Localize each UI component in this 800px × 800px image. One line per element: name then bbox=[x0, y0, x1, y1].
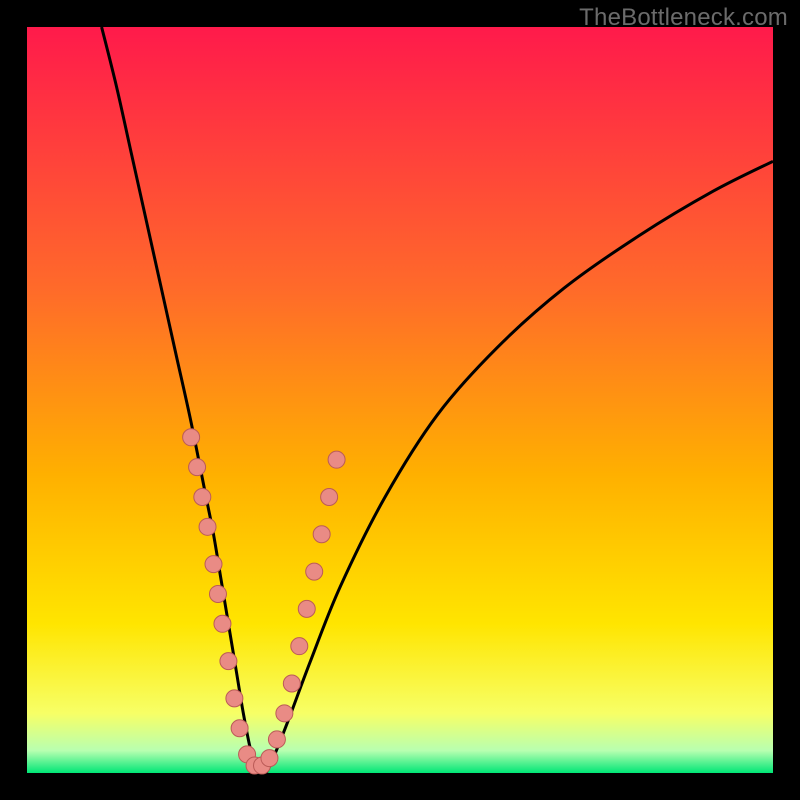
watermark-text: TheBottleneck.com bbox=[579, 4, 788, 32]
curve-svg bbox=[27, 27, 773, 773]
data-marker bbox=[276, 705, 293, 722]
data-marker bbox=[209, 585, 226, 602]
data-marker bbox=[205, 556, 222, 573]
data-marker bbox=[313, 526, 330, 543]
data-marker bbox=[231, 720, 248, 737]
chart-frame: TheBottleneck.com bbox=[0, 0, 800, 800]
data-marker bbox=[220, 653, 237, 670]
data-marker bbox=[189, 459, 206, 476]
data-marker bbox=[261, 750, 278, 767]
bottleneck-curve-path bbox=[102, 27, 773, 775]
data-marker bbox=[291, 638, 308, 655]
data-marker bbox=[199, 518, 216, 535]
data-marker bbox=[194, 488, 211, 505]
data-marker bbox=[214, 615, 231, 632]
data-marker bbox=[306, 563, 323, 580]
data-marker bbox=[268, 731, 285, 748]
data-marker bbox=[226, 690, 243, 707]
data-marker bbox=[283, 675, 300, 692]
data-marker bbox=[183, 429, 200, 446]
data-marker bbox=[298, 600, 315, 617]
data-marker bbox=[321, 488, 338, 505]
plot-area bbox=[27, 27, 773, 773]
data-marker bbox=[328, 451, 345, 468]
marker-group bbox=[183, 429, 345, 774]
